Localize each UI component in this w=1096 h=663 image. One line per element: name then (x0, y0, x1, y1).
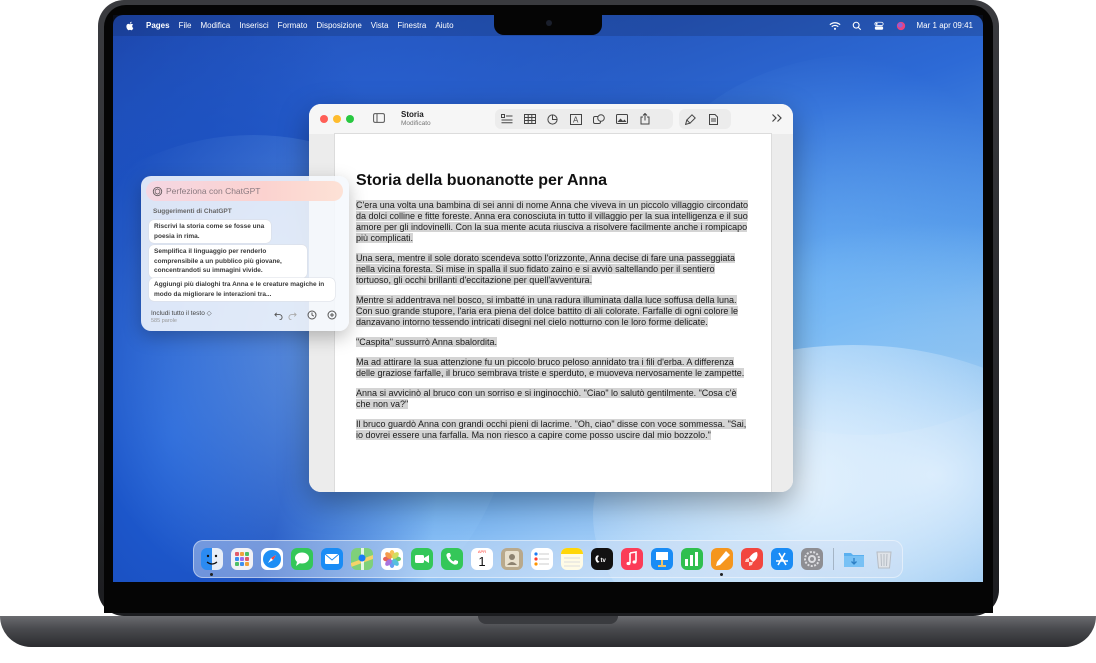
chatgpt-prompt-input[interactable] (166, 186, 336, 196)
dock-app-store[interactable] (771, 548, 793, 570)
dock-maps[interactable] (351, 548, 373, 570)
include-all-text-label[interactable]: Includi tutto il testo ◇ (151, 309, 212, 317)
story-paragraph[interactable]: Mentre si addentrava nel bosco, si imbat… (356, 295, 751, 328)
dock-contacts[interactable] (501, 548, 523, 570)
menu-app-name[interactable]: Pages (146, 21, 170, 30)
chatgpt-writing-tools-panel: Suggerimenti di ChatGPT Riscrivi la stor… (141, 176, 349, 331)
menu-clock[interactable]: Mar 1 apr 09:41 (917, 21, 973, 30)
document-status: Modificato (401, 120, 431, 127)
search-icon[interactable] (851, 21, 863, 31)
history-icon[interactable] (307, 310, 317, 320)
dock-notes[interactable] (561, 548, 583, 570)
menu-window[interactable]: Finestra (397, 21, 426, 30)
window-toolbar: Storia Modificato A (309, 104, 793, 135)
dock-rocket[interactable] (741, 548, 763, 570)
redo-icon[interactable] (287, 310, 297, 320)
table-icon[interactable] (523, 114, 536, 125)
text-box-icon[interactable]: A (569, 113, 582, 125)
minimize-button[interactable] (333, 115, 341, 123)
running-indicator (210, 573, 213, 576)
running-indicator (720, 573, 723, 576)
insert-toolbar-group: A (495, 109, 673, 129)
menu-help[interactable]: Aiuto (435, 21, 453, 30)
dock-pages[interactable] (711, 548, 733, 570)
dock-messages[interactable] (291, 548, 313, 570)
story-paragraph[interactable]: Il bruco guardò Anna con grandi occhi pi… (356, 419, 751, 441)
svg-text:A: A (573, 115, 579, 124)
toolbar-overflow-icon[interactable] (771, 113, 783, 123)
shape-icon[interactable] (592, 113, 605, 125)
camera (546, 20, 552, 26)
add-icon[interactable] (327, 310, 337, 320)
pages-window: Storia Modificato A Storia della buonano… (309, 104, 793, 492)
include-all-text-text: Includi tutto il testo (151, 310, 205, 317)
dock-phone[interactable] (441, 548, 463, 570)
document-canvas: Storia della buonanotte per Anna C'era u… (309, 134, 793, 492)
suggestions-heading: Suggerimenti di ChatGPT (153, 208, 232, 215)
calendar-day: 1 (478, 554, 486, 569)
control-center-icon[interactable] (873, 21, 885, 31)
dock-launchpad[interactable] (231, 548, 253, 570)
close-button[interactable] (320, 115, 328, 123)
menu-edit[interactable]: Modifica (200, 21, 230, 30)
siri-icon[interactable] (895, 21, 907, 31)
dock-numbers[interactable] (681, 548, 703, 570)
story-paragraph[interactable]: C'era una volta una bambina di sei anni … (356, 200, 751, 244)
dock-safari[interactable] (261, 548, 283, 570)
story-paragraph[interactable]: "Caspita" sussurrò Anna sbalordita. (356, 337, 751, 348)
list-icon[interactable] (500, 114, 513, 125)
story-title[interactable]: Storia della buonanotte per Anna (356, 172, 607, 190)
menu-view[interactable]: Vista (371, 21, 389, 30)
dock-photos[interactable] (381, 548, 403, 570)
dock-calendar[interactable]: APR 1 (471, 548, 493, 570)
dock: APR 1 tv (193, 540, 903, 578)
format-brush-icon[interactable] (684, 113, 697, 125)
dock-keynote[interactable] (651, 548, 673, 570)
screen-chin (104, 582, 993, 613)
word-count: 585 parole (151, 318, 177, 324)
menu-file[interactable]: File (179, 21, 192, 30)
dock-finder[interactable] (201, 548, 223, 570)
undo-icon[interactable] (273, 310, 283, 320)
dock-separator (833, 548, 834, 570)
apple-icon[interactable] (125, 21, 134, 31)
dock-facetime[interactable] (411, 548, 433, 570)
suggestion-rhyme-poem[interactable]: Riscrivi la storia come se fosse una poe… (149, 220, 271, 243)
menu-format[interactable]: Formato (278, 21, 308, 30)
media-icon[interactable] (615, 114, 628, 125)
wifi-icon[interactable] (828, 21, 841, 31)
inspector-toolbar-group (679, 109, 731, 129)
zoom-button[interactable] (346, 115, 354, 123)
chart-icon[interactable] (546, 113, 559, 125)
share-icon[interactable] (638, 113, 651, 125)
suggestion-add-dialogue[interactable]: Aggiungi più dialoghi tra Anna e le crea… (149, 278, 335, 301)
laptop-base-notch (478, 616, 618, 624)
story-paragraph[interactable]: Una sera, mentre il sole dorato scendeva… (356, 253, 751, 286)
dock-tv[interactable]: tv (591, 548, 613, 570)
document-name[interactable]: Storia (401, 110, 424, 119)
menu-arrange[interactable]: Disposizione (316, 21, 361, 30)
dock-mail[interactable] (321, 548, 343, 570)
dock-reminders[interactable] (531, 548, 553, 570)
story-paragraph[interactable]: Anna si avvicinò al bruco con un sorriso… (356, 388, 751, 410)
chatgpt-icon (152, 186, 163, 196)
chevron-down-icon[interactable]: ◇ (207, 310, 212, 317)
sidebar-toggle-icon[interactable] (373, 113, 385, 123)
menu-insert[interactable]: Inserisci (239, 21, 268, 30)
dock-settings[interactable] (801, 548, 823, 570)
svg-text:tv: tv (601, 558, 607, 564)
document-icon[interactable] (707, 113, 720, 125)
dock-music[interactable] (621, 548, 643, 570)
dock-trash[interactable] (873, 548, 895, 570)
story-body[interactable]: C'era una volta una bambina di sei anni … (356, 200, 751, 450)
story-paragraph[interactable]: Ma ad attirare la sua attenzione fu un p… (356, 357, 751, 379)
dock-downloads-folder[interactable] (843, 548, 865, 570)
suggestion-simplify[interactable]: Semplifica il linguaggio per renderlo co… (149, 245, 307, 278)
popover-actions (273, 310, 337, 320)
chatgpt-prompt-field[interactable] (146, 181, 343, 201)
document-page[interactable]: Storia della buonanotte per Anna C'era u… (335, 134, 771, 492)
